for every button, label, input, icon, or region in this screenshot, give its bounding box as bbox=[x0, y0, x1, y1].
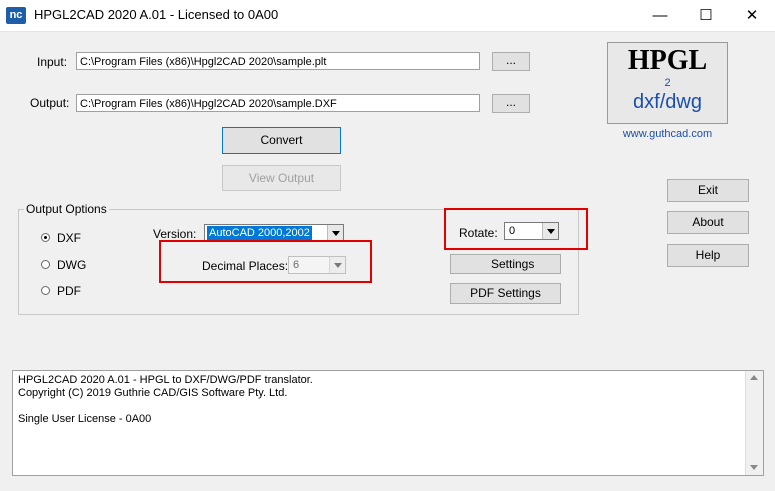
help-button[interactable]: Help bbox=[667, 244, 749, 267]
vertical-scrollbar[interactable] bbox=[745, 371, 763, 475]
status-line-1: HPGL2CAD 2020 A.01 - HPGL to DXF/DWG/PDF… bbox=[18, 374, 313, 386]
close-button[interactable]: ✕ bbox=[729, 0, 775, 31]
radio-dxf-indicator[interactable] bbox=[41, 233, 50, 242]
input-browse-button[interactable]: ... bbox=[492, 52, 530, 71]
output-path-field[interactable]: C:\Program Files (x86)\Hpgl2CAD 2020\sam… bbox=[76, 94, 480, 112]
view-output-button[interactable]: View Output bbox=[222, 165, 341, 191]
output-options-legend: Output Options bbox=[24, 202, 109, 216]
exit-button[interactable]: Exit bbox=[667, 179, 749, 202]
output-label: Output: bbox=[30, 96, 70, 110]
app-icon: nc bbox=[6, 7, 26, 24]
logo-number: 2 bbox=[664, 77, 671, 89]
input-path-field[interactable]: C:\Program Files (x86)\Hpgl2CAD 2020\sam… bbox=[76, 52, 480, 70]
about-button[interactable]: About bbox=[667, 211, 749, 234]
radio-dwg-indicator[interactable] bbox=[41, 260, 50, 269]
hpgl-logo: HPGL 2 dxf/dwg bbox=[607, 42, 728, 124]
convert-button[interactable]: Convert bbox=[222, 127, 341, 154]
scroll-up-icon[interactable] bbox=[750, 375, 758, 380]
pdf-settings-button[interactable]: PDF Settings bbox=[450, 283, 561, 304]
highlight-box-decimal bbox=[159, 240, 372, 283]
website-link[interactable]: www.guthcad.com bbox=[607, 128, 728, 140]
input-label: Input: bbox=[37, 55, 68, 69]
radio-dxf-label: DXF bbox=[57, 231, 81, 245]
status-line-4: Single User License - 0A00 bbox=[18, 413, 152, 425]
minimize-button[interactable]: — bbox=[637, 0, 683, 31]
logo-title: HPGL bbox=[627, 45, 708, 76]
status-line-2: Copyright (C) 2019 Guthrie CAD/GIS Softw… bbox=[18, 387, 288, 399]
output-browse-button[interactable]: ... bbox=[492, 94, 530, 113]
status-text-area[interactable]: HPGL2CAD 2020 A.01 - HPGL to DXF/DWG/PDF… bbox=[12, 370, 764, 476]
window-title: HPGL2CAD 2020 A.01 - Licensed to 0A00 bbox=[34, 7, 279, 22]
highlight-box-rotate bbox=[444, 208, 588, 250]
title-bar[interactable]: nc HPGL2CAD 2020 A.01 - Licensed to 0A00… bbox=[0, 0, 775, 31]
version-selected-value: AutoCAD 2000,2002 bbox=[207, 226, 312, 240]
scroll-down-icon[interactable] bbox=[750, 465, 758, 470]
version-label: Version: bbox=[153, 227, 197, 241]
maximize-button[interactable]: ☐ bbox=[683, 0, 729, 31]
chevron-down-icon[interactable] bbox=[327, 225, 343, 241]
settings-button[interactable]: Settings bbox=[450, 254, 561, 274]
radio-pdf-label: PDF bbox=[57, 284, 81, 298]
logo-subtitle: dxf/dwg bbox=[633, 91, 702, 113]
radio-pdf-indicator[interactable] bbox=[41, 286, 50, 295]
radio-dwg-label: DWG bbox=[57, 258, 87, 272]
